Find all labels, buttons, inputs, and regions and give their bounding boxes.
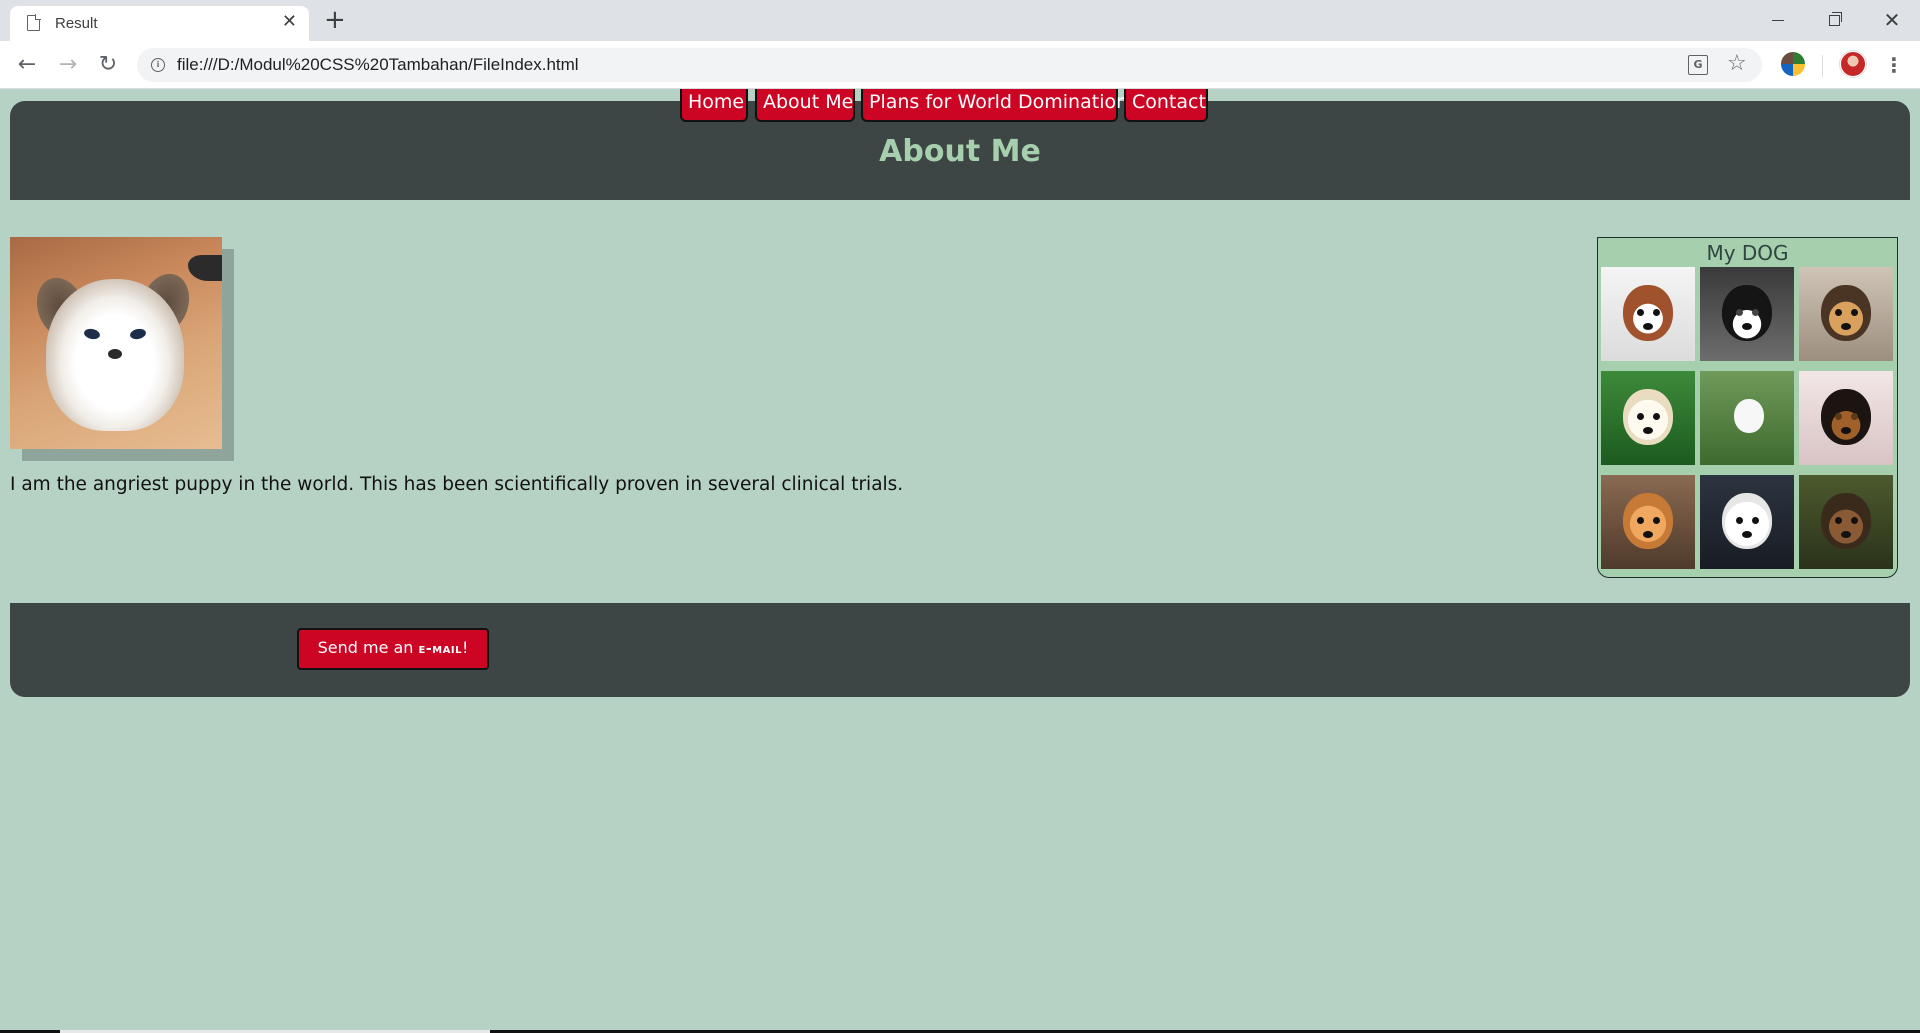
gallery-thumbnail[interactable]	[1601, 371, 1695, 465]
dog-head	[1821, 493, 1871, 549]
minimize-window-button[interactable]	[1750, 0, 1806, 41]
dog-eye	[1851, 413, 1858, 420]
dog-eye	[1653, 413, 1660, 420]
gallery-title: My DOG	[1706, 241, 1789, 265]
dog-nose	[1643, 531, 1653, 538]
forward-arrow-icon[interactable]: →	[53, 50, 83, 80]
gallery-thumbnail[interactable]	[1700, 267, 1794, 361]
nav-item-about-me[interactable]: About Me	[755, 89, 855, 122]
dog-eye	[1653, 517, 1660, 524]
gallery-thumbnail[interactable]	[1700, 371, 1794, 465]
menu-icon[interactable]: ⋮	[1884, 50, 1904, 80]
tab-title: Result	[55, 15, 98, 32]
dog-nose	[1643, 427, 1653, 434]
angry-puppy-image	[10, 237, 222, 449]
page-title: About Me	[879, 134, 1041, 169]
page-viewport: About Me Home About Me Plans for World D…	[0, 89, 1920, 1033]
page-icon	[27, 14, 41, 31]
address-bar[interactable]: i file:///D:/Modul%20CSS%20Tambahan/File…	[137, 48, 1762, 82]
send-email-button[interactable]: Send me an e-mail!	[297, 628, 489, 670]
dog-nose	[1841, 427, 1851, 434]
gallery-thumbnail[interactable]	[1799, 267, 1893, 361]
gallery-thumbnail[interactable]	[1601, 475, 1695, 569]
dog-eye	[1851, 309, 1858, 316]
dog-head	[1722, 493, 1772, 549]
dog-eye	[1835, 309, 1842, 316]
reload-icon[interactable]: ↻	[93, 50, 123, 80]
dog-nose	[1841, 323, 1851, 330]
dog-head	[1722, 285, 1772, 341]
dog-head	[1821, 389, 1871, 445]
dog-eye	[1851, 517, 1858, 524]
translate-icon[interactable]: G	[1688, 55, 1708, 75]
browser-tab[interactable]: Result ✕	[10, 6, 309, 41]
dog-eye	[1752, 309, 1759, 316]
maximize-icon	[1828, 12, 1842, 26]
close-tab-icon[interactable]: ✕	[282, 12, 297, 32]
nav-item-contact[interactable]: Contact	[1124, 89, 1208, 122]
puppy-nose	[108, 349, 122, 359]
background-object	[188, 255, 222, 281]
gallery-thumbnail[interactable]	[1601, 267, 1695, 361]
dog-eye	[1653, 309, 1660, 316]
profile-avatar[interactable]	[1840, 51, 1866, 77]
dog-eye	[1736, 517, 1743, 524]
dog-head	[1734, 399, 1764, 433]
dog-eye	[1752, 517, 1759, 524]
page-footer: Send me an e-mail!	[10, 603, 1910, 697]
close-window-button[interactable]: ✕	[1864, 0, 1920, 41]
email-button-label: Send me an	[317, 638, 419, 657]
gallery-thumbnail[interactable]	[1799, 475, 1893, 569]
dog-eye	[1637, 413, 1644, 420]
star-icon[interactable]: ☆	[1727, 51, 1747, 77]
toolbar-divider	[1822, 55, 1823, 77]
restore-window-button[interactable]	[1806, 0, 1862, 41]
dog-head	[1623, 285, 1673, 341]
minimize-icon	[1772, 19, 1784, 22]
browser-toolbar: ← → ↻ i file:///D:/Modul%20CSS%20Tambaha…	[0, 41, 1920, 89]
dog-eye	[1736, 309, 1743, 316]
nav-item-home[interactable]: Home	[680, 89, 748, 122]
dog-head	[1623, 493, 1673, 549]
back-arrow-icon[interactable]: ←	[12, 50, 42, 80]
dog-eye	[1835, 517, 1842, 524]
dog-eye	[1637, 517, 1644, 524]
nav-item-plans-for-world-domination[interactable]: Plans for World Domination	[861, 89, 1128, 122]
email-button-keyword: e-mail	[418, 641, 462, 657]
extension-icon[interactable]	[1781, 52, 1805, 76]
dog-head	[1623, 389, 1673, 445]
info-icon[interactable]: i	[151, 58, 165, 72]
url-text[interactable]: file:///D:/Modul%20CSS%20Tambahan/FileIn…	[177, 55, 579, 75]
email-button-exclamation: !	[461, 638, 469, 657]
dog-nose	[1841, 531, 1851, 538]
dog-eye	[1637, 309, 1644, 316]
dog-nose	[1742, 531, 1752, 538]
dog-gallery: My DOG	[1597, 237, 1898, 578]
dog-eye	[1835, 413, 1842, 420]
gallery-thumbnail[interactable]	[1700, 475, 1794, 569]
new-tab-plus-icon[interactable]: +	[324, 6, 346, 34]
dog-head	[1821, 285, 1871, 341]
dog-nose	[1643, 323, 1653, 330]
gallery-thumbnail[interactable]	[1799, 371, 1893, 465]
bio-text: I am the angriest puppy in the world. Th…	[10, 474, 904, 495]
dog-nose	[1742, 323, 1752, 330]
browser-tab-strip: Result ✕ + ✕	[0, 0, 1920, 41]
